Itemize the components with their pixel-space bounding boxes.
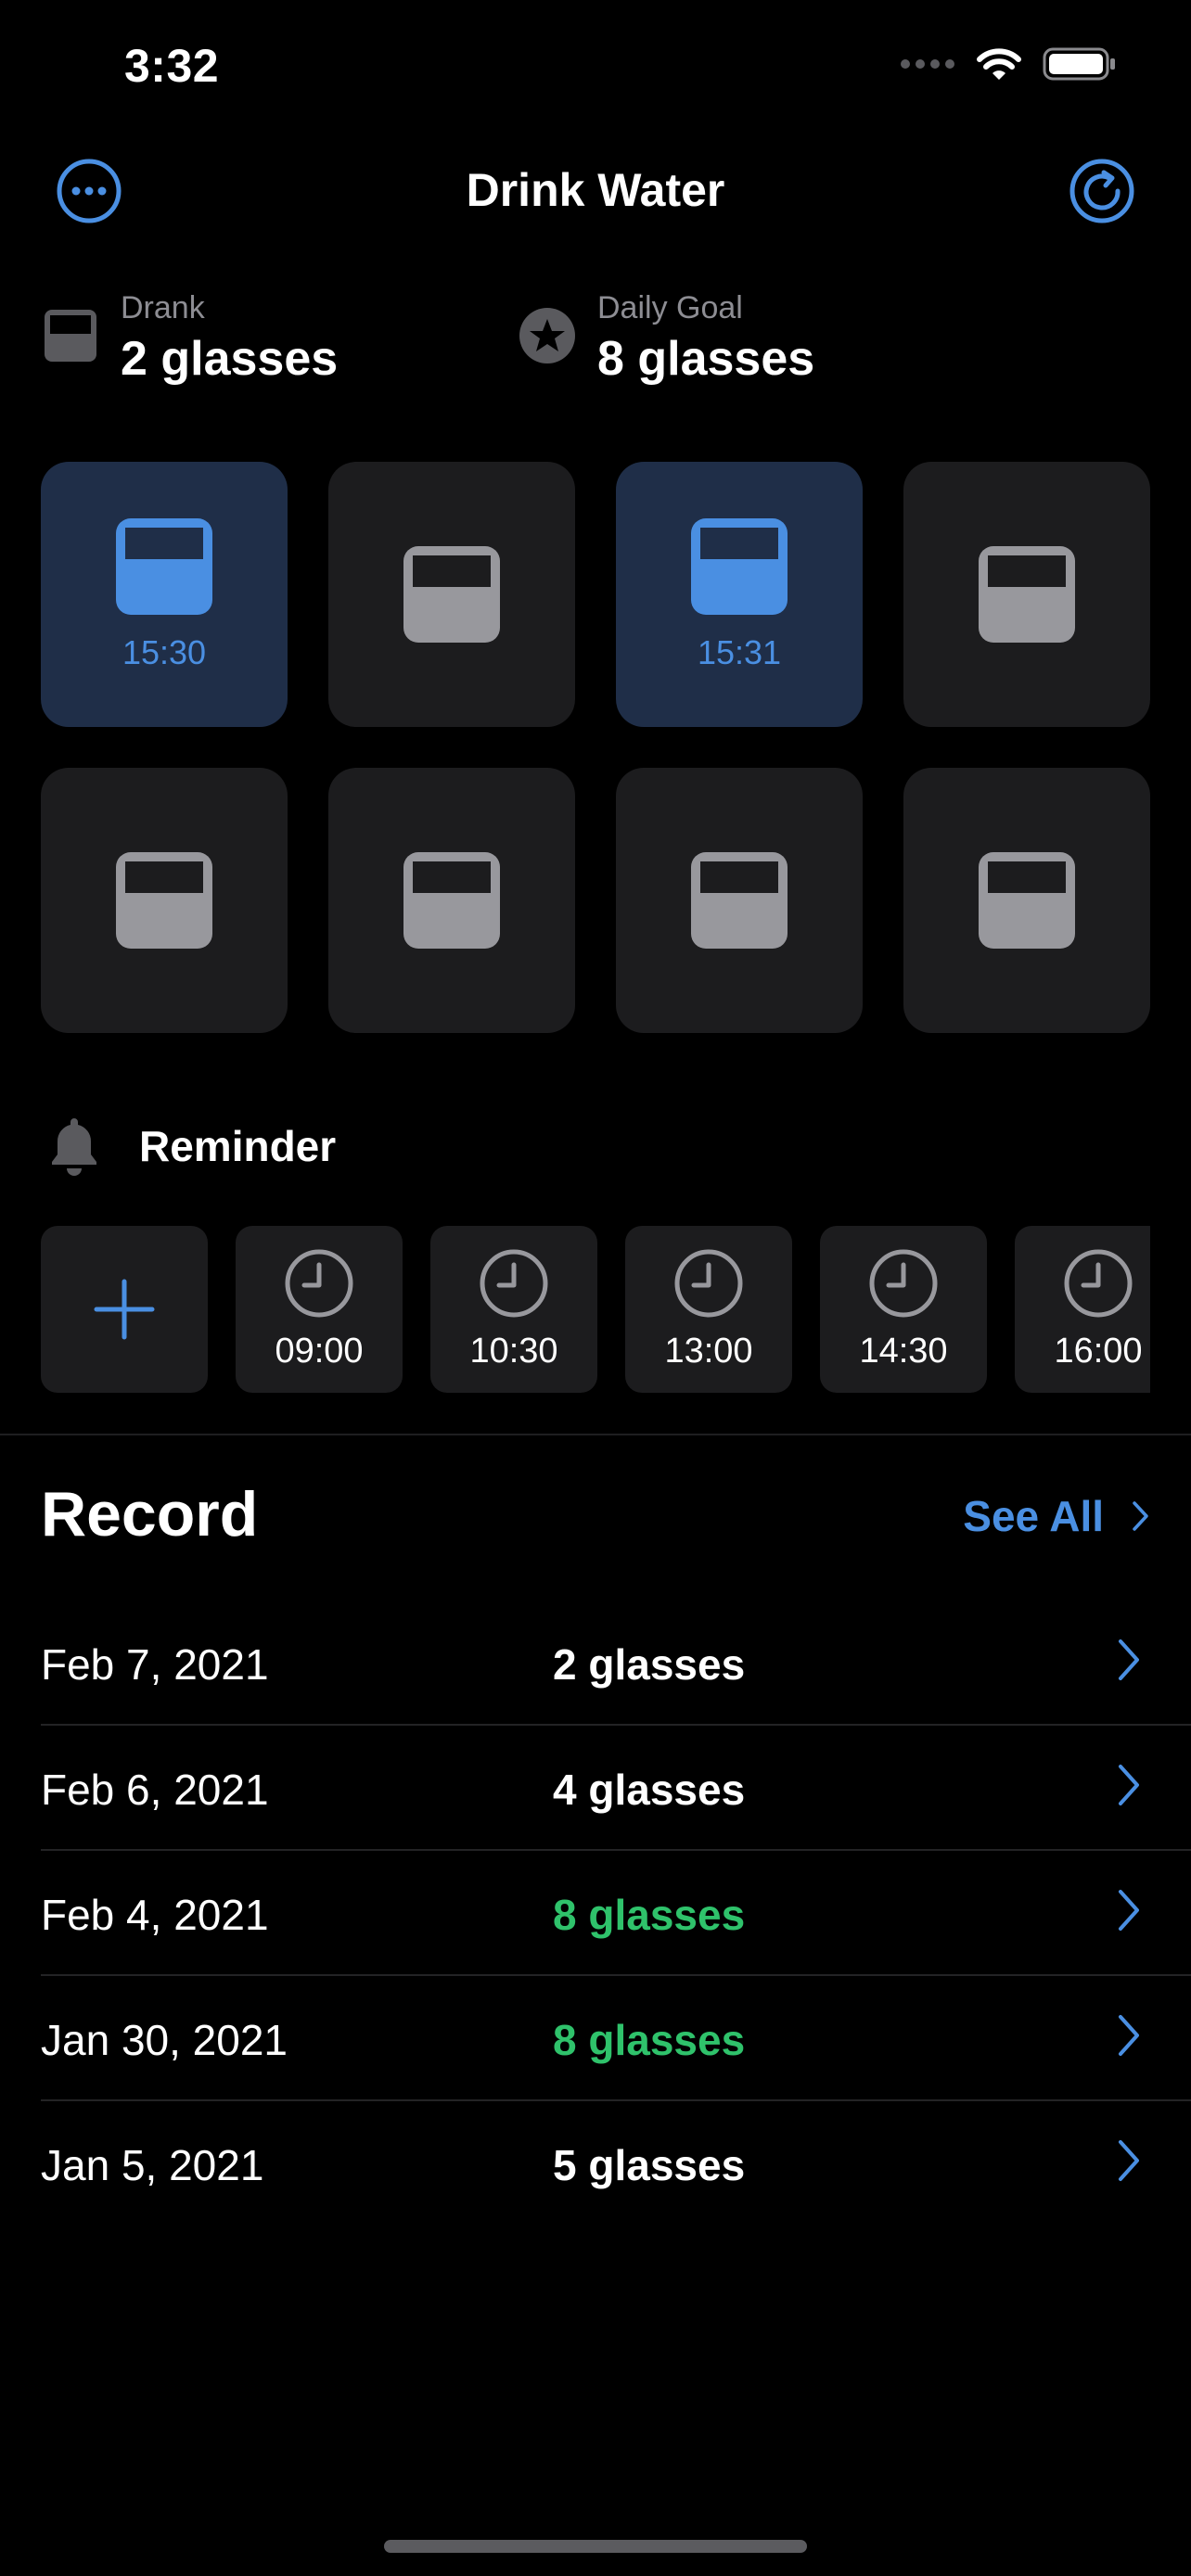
reminder-header: Reminder xyxy=(41,1113,336,1180)
drank-label: Drank xyxy=(121,290,205,325)
signal-dots-icon xyxy=(901,59,954,69)
glass-icon xyxy=(403,852,500,949)
status-icons xyxy=(900,46,1117,82)
plus-icon xyxy=(94,1279,155,1340)
goal-value: 8 glasses xyxy=(597,332,815,386)
reminder-row: 09:00 10:30 13:00 14:30 16:00 xyxy=(41,1226,1150,1393)
reminder-time-label: 14:30 xyxy=(859,1331,948,1371)
reminder-time-tile[interactable]: 09:00 xyxy=(236,1226,403,1393)
record-amount: 4 glasses xyxy=(553,1766,746,1814)
glass-icon xyxy=(979,852,1075,949)
section-divider xyxy=(0,1434,1191,1435)
bell-icon xyxy=(52,1118,96,1176)
glass-icon xyxy=(403,546,500,643)
record-date: Feb 6, 2021 xyxy=(41,1766,269,1814)
glass-tile[interactable] xyxy=(328,462,575,727)
record-title: Record xyxy=(41,1479,259,1549)
glass-time: 15:31 xyxy=(697,633,782,671)
clock-icon xyxy=(1064,1249,1133,1317)
status-time: 3:32 xyxy=(124,40,220,92)
glass-time: 15:30 xyxy=(122,633,207,671)
record-date: Jan 5, 2021 xyxy=(41,2141,264,2189)
see-all-button[interactable]: See All xyxy=(963,1491,1150,1541)
record-row[interactable]: Jan 30, 2021 8 glasses xyxy=(41,1976,1191,2101)
summary: Drank 2 glasses Daily Goal 8 glasses xyxy=(41,289,1150,401)
reminder-time-label: 10:30 xyxy=(469,1331,558,1371)
goal-label: Daily Goal xyxy=(597,290,743,325)
glass-tile[interactable] xyxy=(903,462,1150,727)
page-title: Drink Water xyxy=(466,164,725,216)
clock-icon xyxy=(674,1249,743,1317)
record-date: Jan 30, 2021 xyxy=(41,2016,288,2064)
reminder-time-tile[interactable]: 14:30 xyxy=(820,1226,987,1393)
reminder-time-label: 16:00 xyxy=(1054,1331,1143,1371)
chevron-right-icon xyxy=(1119,1765,1139,1805)
star-icon xyxy=(519,308,575,363)
chevron-right-icon xyxy=(1119,1639,1139,1680)
record-list: Feb 7, 2021 2 glasses Feb 6, 2021 4 glasses… xyxy=(41,1600,1191,2226)
glass-icon xyxy=(691,852,788,949)
wifi-icon xyxy=(977,48,1021,80)
glass-grid: 15:30 15:31 xyxy=(41,462,1150,1033)
record-amount: 2 glasses xyxy=(553,1640,746,1689)
goal-summary: Daily Goal 8 glasses xyxy=(518,289,814,389)
glass-tile[interactable]: 15:31 xyxy=(616,462,863,727)
record-row[interactable]: Feb 7, 2021 2 glasses xyxy=(41,1600,1191,1726)
glass-icon xyxy=(979,546,1075,643)
glass-tile[interactable] xyxy=(903,768,1150,1033)
reminder-time-label: 13:00 xyxy=(664,1331,753,1371)
reminder-time-tile[interactable]: 13:00 xyxy=(625,1226,792,1393)
record-amount: 8 glasses xyxy=(553,1891,746,1939)
drank-summary: Drank 2 glasses xyxy=(41,289,338,389)
glass-tile[interactable] xyxy=(41,768,288,1033)
record-row[interactable]: Feb 4, 2021 8 glasses xyxy=(41,1851,1191,1976)
reminder-time-label: 09:00 xyxy=(275,1331,364,1371)
record-date: Feb 4, 2021 xyxy=(41,1891,269,1939)
refresh-icon[interactable] xyxy=(1069,158,1135,224)
chevron-right-icon xyxy=(1119,1890,1139,1931)
reminder-time-tile[interactable]: 16:00 xyxy=(1015,1226,1150,1393)
glass-tile[interactable] xyxy=(328,768,575,1033)
battery-icon xyxy=(1043,47,1115,81)
record-amount: 5 glasses xyxy=(553,2141,746,2189)
home-indicator xyxy=(384,2540,807,2553)
glass-icon xyxy=(116,518,212,615)
chevron-right-icon xyxy=(1133,1501,1148,1531)
reminder-title: Reminder xyxy=(139,1122,337,1170)
reminder-time-tile[interactable]: 10:30 xyxy=(430,1226,597,1393)
see-all-label: See All xyxy=(963,1492,1104,1540)
add-reminder-button[interactable] xyxy=(41,1226,208,1393)
glass-tile[interactable] xyxy=(616,768,863,1033)
record-amount: 8 glasses xyxy=(553,2016,746,2064)
clock-icon xyxy=(869,1249,938,1317)
clock-icon xyxy=(480,1249,548,1317)
glass-icon xyxy=(691,518,788,615)
chevron-right-icon xyxy=(1119,2140,1139,2181)
glass-icon xyxy=(116,852,212,949)
chevron-right-icon xyxy=(1119,2015,1139,2056)
record-row[interactable]: Feb 6, 2021 4 glasses xyxy=(41,1726,1191,1851)
glass-icon xyxy=(45,310,96,362)
clock-icon xyxy=(285,1249,353,1317)
glass-tile[interactable]: 15:30 xyxy=(41,462,288,727)
record-date: Feb 7, 2021 xyxy=(41,1640,269,1689)
drank-value: 2 glasses xyxy=(121,332,339,386)
record-row[interactable]: Jan 5, 2021 5 glasses xyxy=(41,2101,1191,2226)
